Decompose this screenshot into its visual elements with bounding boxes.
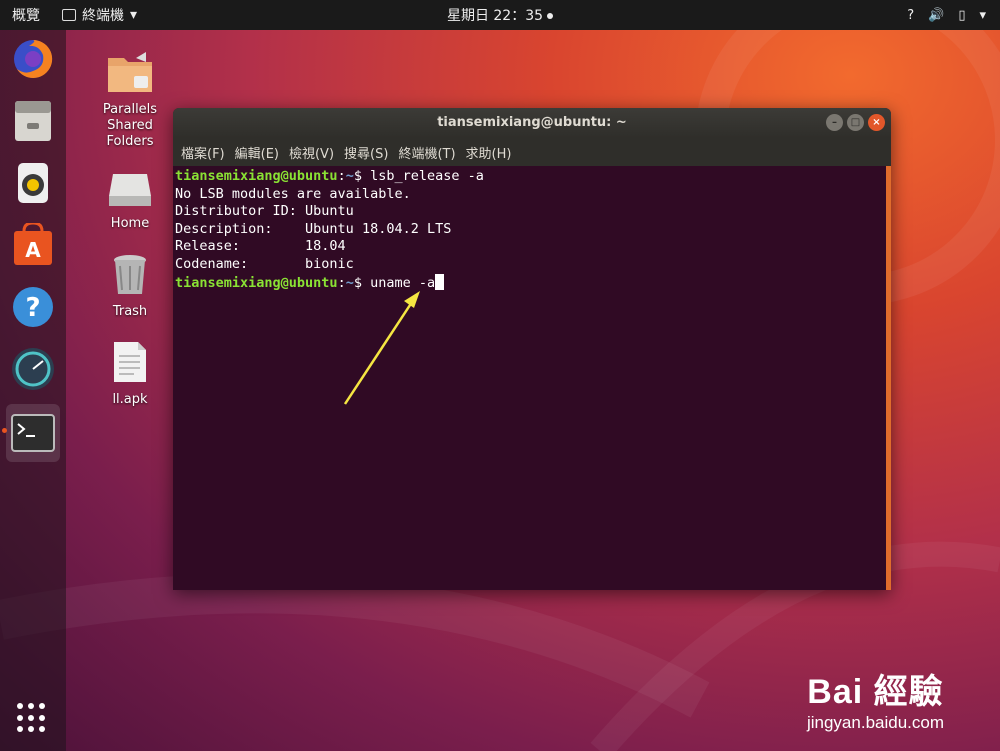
dock: A ? — [0, 30, 66, 751]
running-indicator-icon — [2, 428, 7, 433]
clock-label: 星期日 22：35 — [446, 8, 544, 24]
command-line: tiansemixiang@ubuntu:~$ uname -a — [175, 273, 889, 293]
terminal-window: tiansemixiang@ubuntu: ~ – □ × 檔案(F) 編輯(E… — [173, 108, 891, 590]
document-icon — [114, 342, 146, 382]
desktop-item-label: Trash — [112, 304, 148, 319]
watermark-logo: Bai 經驗 — [807, 673, 944, 711]
app-menu-label: 終端機 — [82, 8, 124, 24]
svg-text:A: A — [25, 238, 41, 262]
top-bar: 概覽 終端機 ▾ 星期日 22：35 ? 🔊 ▯ ▾ — [0, 0, 1000, 30]
drive-icon — [109, 174, 151, 206]
speaker-icon — [18, 163, 48, 203]
chevron-down-icon: ▾ — [130, 7, 138, 23]
volume-icon: 🔊 — [928, 7, 945, 23]
desktop-shared-folders[interactable]: Parallels Shared Folders — [90, 50, 170, 150]
output-line: Codename: bionic — [175, 255, 354, 272]
activities-button[interactable]: 概覽 — [0, 5, 52, 25]
menu-view[interactable]: 檢視(V) — [289, 143, 334, 162]
prompt-end: $ — [353, 168, 371, 184]
text-cursor — [435, 273, 445, 290]
dock-software[interactable]: A — [6, 218, 60, 272]
desktop-home[interactable]: Home — [90, 172, 170, 231]
dock-firefox[interactable] — [6, 32, 60, 86]
file-cabinet-icon — [15, 101, 51, 141]
battery-icon: ▯ — [958, 7, 966, 23]
app-menu[interactable]: 終端機 ▾ — [52, 5, 137, 25]
menu-bar: 檔案(F) 編輯(E) 檢視(V) 搜尋(S) 終端機(T) 求助(H) — [173, 138, 891, 166]
window-title: tiansemixiang@ubuntu: ~ — [437, 115, 627, 130]
watermark-url: jingyan.baidu.com — [806, 713, 944, 732]
svg-text:?: ? — [25, 293, 40, 323]
minimize-icon[interactable]: – — [826, 114, 843, 131]
clock[interactable]: 星期日 22：35 — [446, 8, 554, 24]
prompt-sep: : — [337, 274, 346, 291]
command-text: lsb_release -a — [370, 168, 484, 184]
dock-rhythmbox[interactable] — [6, 156, 60, 210]
command-text: uname -a — [370, 274, 436, 291]
prompt-sep: : — [337, 168, 346, 184]
menu-edit[interactable]: 編輯(E) — [235, 143, 279, 162]
desktop-item-label: Home — [110, 216, 150, 231]
desktop-item-label: Parallels Shared Folders — [102, 102, 158, 149]
output-line: Description: Ubuntu 18.04.2 LTS — [175, 220, 452, 237]
window-titlebar[interactable]: tiansemixiang@ubuntu: ~ – □ × — [173, 108, 891, 138]
prompt-end: $ — [353, 274, 371, 291]
desktop-trash[interactable]: Trash — [90, 252, 170, 319]
gauge-icon — [12, 348, 54, 390]
menu-search[interactable]: 搜尋(S) — [344, 143, 388, 162]
software-store-icon: A — [14, 223, 52, 265]
desktop-apk[interactable]: ll.apk — [90, 340, 170, 407]
dock-terminal[interactable] — [2, 404, 60, 462]
dock-help[interactable]: ? — [6, 280, 60, 334]
show-applications-icon[interactable] — [17, 703, 47, 733]
prompt-path: ~ — [345, 274, 354, 291]
chevron-down-icon: ▾ — [979, 7, 986, 23]
watermark: Bai 經驗 jingyan.baidu.com — [807, 664, 944, 733]
terminal-icon — [62, 9, 76, 21]
terminal-icon — [11, 414, 55, 452]
menu-help[interactable]: 求助(H) — [466, 143, 512, 162]
notification-dot-icon — [547, 13, 554, 19]
prompt-user: tiansemixiang@ubuntu — [175, 168, 338, 184]
desktop-item-label: ll.apk — [112, 392, 148, 407]
output-line: Distributor ID: Ubuntu — [175, 203, 354, 220]
menu-terminal[interactable]: 終端機(T) — [398, 143, 455, 162]
terminal-output[interactable]: tiansemixiang@ubuntu:~$ lsb_release -a N… — [173, 166, 891, 590]
network-icon: ? — [907, 7, 915, 23]
trash-icon — [114, 255, 146, 294]
prompt-user: tiansemixiang@ubuntu — [175, 274, 338, 291]
output-line: No LSB modules are available. — [175, 185, 411, 202]
help-icon: ? — [13, 287, 53, 327]
command-line: tiansemixiang@ubuntu:~$ lsb_release -a — [175, 168, 889, 186]
scrollbar[interactable] — [886, 166, 891, 590]
menu-file[interactable]: 檔案(F) — [181, 143, 225, 162]
system-tray[interactable]: ? 🔊 ▯ ▾ — [907, 8, 986, 23]
maximize-icon[interactable]: □ — [847, 114, 864, 131]
dock-stacer[interactable] — [6, 342, 60, 396]
shared-folder-icon — [108, 52, 152, 92]
dock-files[interactable] — [6, 94, 60, 148]
close-icon[interactable]: × — [868, 114, 885, 131]
firefox-icon — [14, 39, 53, 78]
prompt-path: ~ — [345, 168, 354, 184]
output-line: Release: 18.04 — [175, 238, 346, 255]
